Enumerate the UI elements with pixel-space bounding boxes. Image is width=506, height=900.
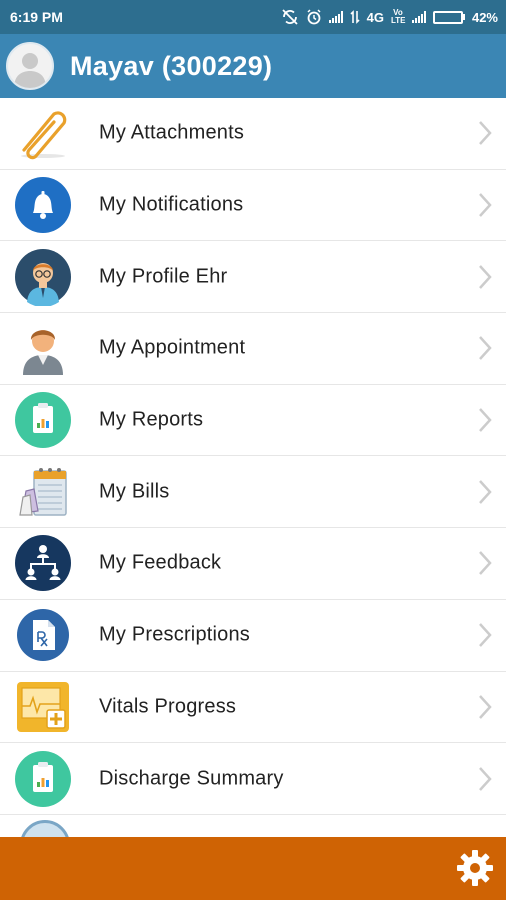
paperclip-icon bbox=[14, 104, 72, 162]
menu-item-label: My Reports bbox=[99, 408, 204, 431]
menu-item-attachments[interactable]: My Attachments bbox=[0, 98, 506, 170]
page-title: Mayav (300229) bbox=[70, 50, 273, 81]
user-silhouette-icon[interactable] bbox=[6, 42, 54, 90]
menu-list: My Attachments My Notifications My Profi… bbox=[0, 98, 506, 837]
clipboard-chart-icon bbox=[14, 391, 72, 449]
sync-off-icon bbox=[281, 9, 298, 25]
status-bar: 6:19 PM 4G Vo LTE 42% bbox=[0, 0, 506, 34]
calendar-bills-icon bbox=[14, 463, 72, 521]
chevron-right-icon bbox=[479, 479, 492, 504]
menu-item-label: My Bills bbox=[99, 480, 170, 503]
signal-icon bbox=[411, 11, 426, 23]
chevron-right-icon bbox=[479, 623, 492, 647]
battery-icon bbox=[432, 10, 465, 24]
network-type: 4G bbox=[366, 9, 384, 25]
chevron-right-icon bbox=[479, 264, 492, 289]
bottom-bar bbox=[0, 837, 506, 900]
menu-item-discharge-summary[interactable]: Discharge Summary bbox=[0, 743, 506, 815]
doctor-profile-icon bbox=[14, 248, 72, 306]
menu-item-partial[interactable] bbox=[0, 815, 506, 837]
bell-icon bbox=[14, 176, 72, 234]
menu-item-reports[interactable]: My Reports bbox=[0, 385, 506, 457]
menu-item-label: My Feedback bbox=[99, 551, 222, 574]
chevron-right-icon bbox=[479, 551, 492, 576]
menu-item-feedback[interactable]: My Feedback bbox=[0, 528, 506, 600]
menu-item-label: My Prescriptions bbox=[99, 623, 251, 646]
chevron-right-icon bbox=[479, 766, 492, 791]
person-icon bbox=[14, 319, 72, 377]
menu-item-label: Vitals Progress bbox=[99, 695, 237, 718]
menu-item-vitals-progress[interactable]: Vitals Progress bbox=[0, 672, 506, 744]
menu-item-label: My Profile Ehr bbox=[99, 265, 228, 288]
status-time: 6:19 PM bbox=[10, 9, 63, 25]
data-arrows-icon bbox=[350, 10, 360, 24]
volte-icon: Vo LTE bbox=[390, 8, 406, 25]
menu-item-label: Discharge Summary bbox=[99, 767, 284, 790]
chevron-right-icon bbox=[479, 121, 492, 146]
chevron-right-icon bbox=[479, 408, 492, 432]
menu-item-prescriptions[interactable]: My Prescriptions bbox=[0, 600, 506, 672]
people-network-icon bbox=[14, 534, 72, 592]
menu-item-appointment[interactable]: My Appointment bbox=[0, 313, 506, 385]
chevron-right-icon bbox=[479, 695, 492, 719]
menu-item-bills[interactable]: My Bills bbox=[0, 456, 506, 529]
chevron-right-icon bbox=[479, 193, 492, 217]
clipboard-chart-icon bbox=[14, 750, 72, 808]
chevron-right-icon bbox=[479, 336, 492, 361]
menu-item-label: My Notifications bbox=[99, 193, 244, 216]
menu-item-notifications[interactable]: My Notifications bbox=[0, 170, 506, 242]
signal-icon bbox=[328, 11, 343, 23]
rx-document-icon bbox=[14, 606, 72, 664]
alarm-icon bbox=[307, 9, 321, 25]
partial-circle-icon bbox=[20, 819, 70, 837]
menu-item-label: My Appointment bbox=[99, 336, 246, 359]
app-header: Mayav (300229) bbox=[0, 34, 506, 98]
menu-item-label: My Attachments bbox=[99, 121, 245, 144]
vitals-monitor-icon bbox=[14, 678, 72, 736]
menu-item-profile-ehr[interactable]: My Profile Ehr bbox=[0, 241, 506, 314]
battery-percent: 42% bbox=[471, 9, 498, 25]
status-icons: 4G Vo LTE 42% bbox=[281, 9, 498, 25]
gear-icon[interactable] bbox=[456, 849, 494, 887]
